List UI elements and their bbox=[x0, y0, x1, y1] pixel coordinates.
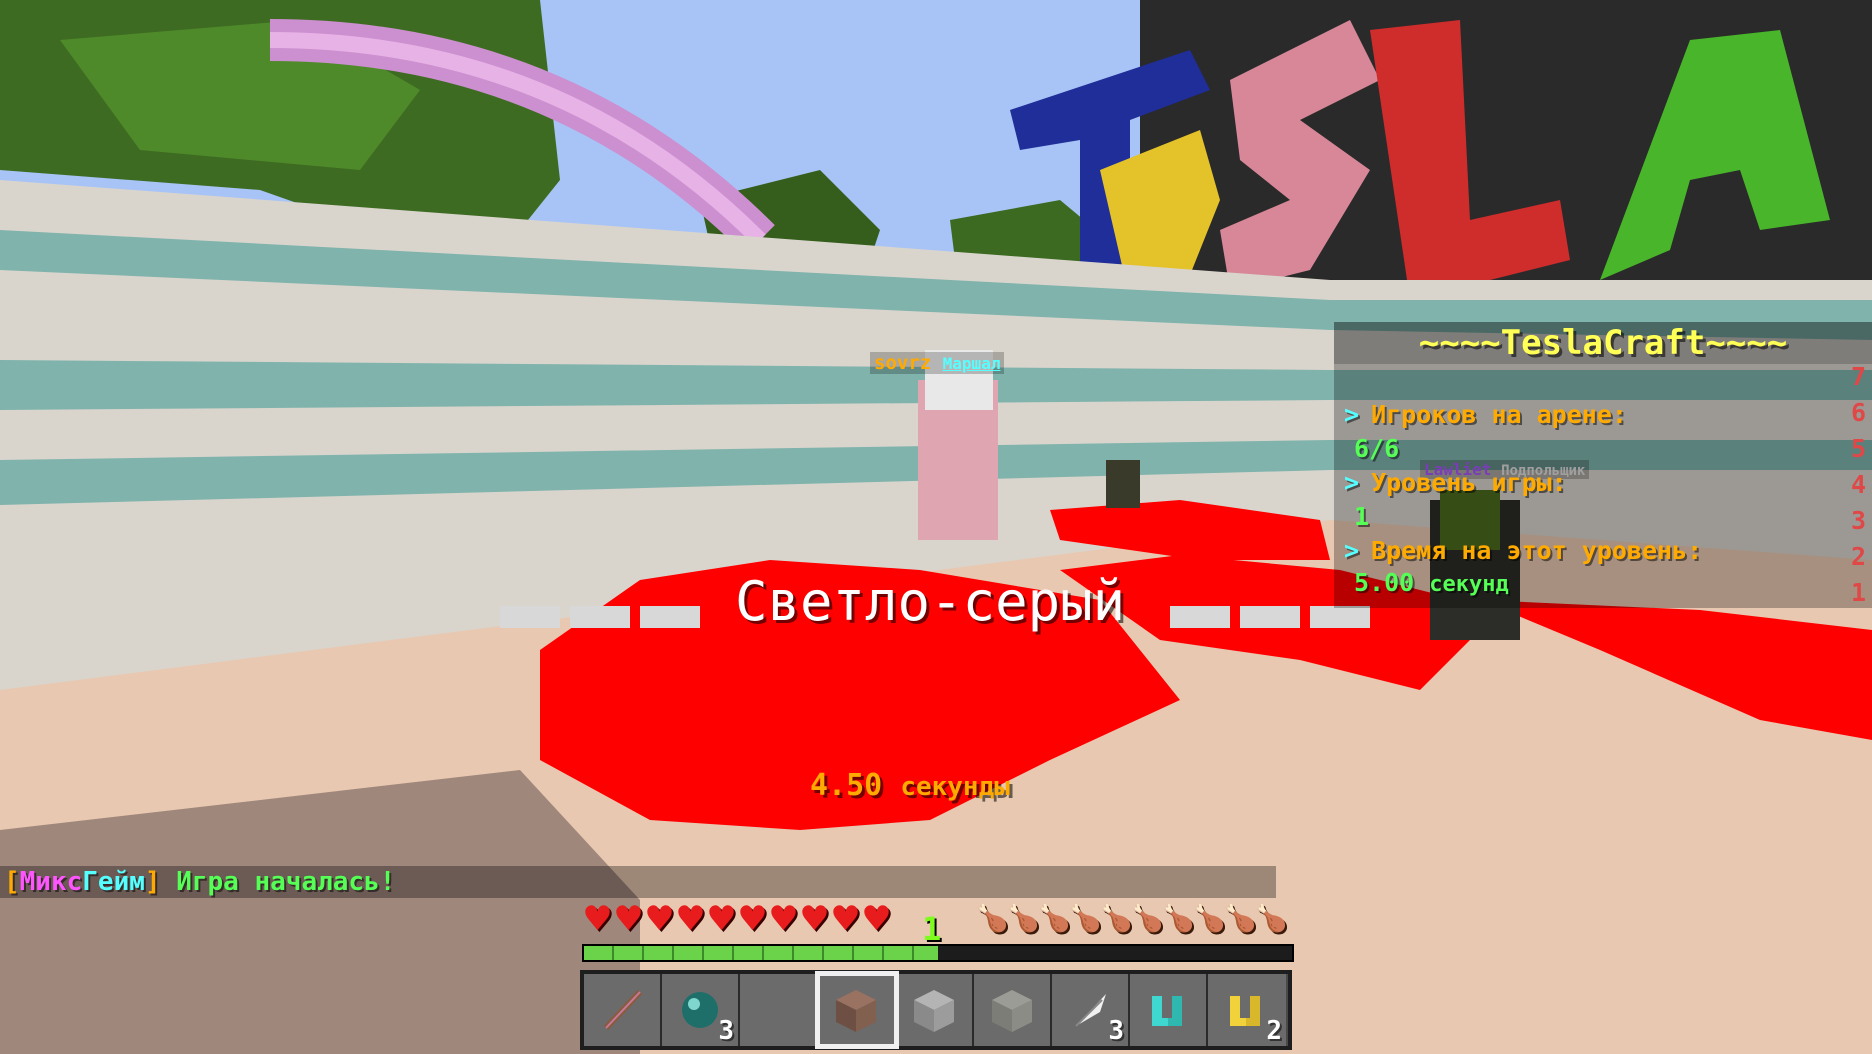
drumstick-icon: 🍗 bbox=[1224, 904, 1257, 934]
chat-prefix-bracket: [ bbox=[4, 867, 20, 897]
feather-icon bbox=[1075, 994, 1106, 1027]
xp-bar-fill bbox=[584, 946, 938, 960]
heart-icon: ♥ bbox=[582, 899, 613, 939]
chevron-right-icon: > bbox=[1344, 536, 1360, 565]
scoreboard-line: > Время на этот уровень: bbox=[1344, 536, 1703, 565]
scoreboard-sidebar: ~~~~TeslaCraft~~~~ > Игроков на арене: 7 … bbox=[1334, 322, 1872, 608]
heart-icon: ♥ bbox=[737, 899, 768, 939]
scoreboard-score: 1 bbox=[1850, 578, 1866, 607]
scoreboard-score: 3 bbox=[1850, 506, 1866, 535]
xp-level: 1 bbox=[922, 910, 942, 948]
drumstick-icon: 🍗 bbox=[1007, 904, 1040, 934]
chevron-right-icon: > bbox=[1344, 468, 1360, 497]
timer-value: 4.50 bbox=[810, 768, 883, 803]
hotbar-slot-3[interactable] bbox=[740, 974, 818, 1046]
light-gray-block-icon bbox=[992, 990, 1032, 1032]
heart-icon: ♥ bbox=[799, 899, 830, 939]
drumstick-icon: 🍗 bbox=[1255, 904, 1288, 934]
drumstick-icon: 🍗 bbox=[1162, 904, 1195, 934]
gold-boots-icon bbox=[1230, 996, 1260, 1026]
drumstick-icon: 🍗 bbox=[1131, 904, 1164, 934]
scoreboard-line: 6/6 bbox=[1354, 434, 1400, 463]
hotbar-slot-5[interactable] bbox=[896, 974, 974, 1046]
heart-icon: ♥ bbox=[613, 899, 644, 939]
chevron-right-icon: > bbox=[1344, 400, 1360, 429]
scoreboard-score: 5 bbox=[1850, 434, 1866, 463]
heart-icon: ♥ bbox=[830, 899, 861, 939]
chat-prefix-bracket: ] bbox=[144, 867, 161, 897]
hotbar-slot-9[interactable]: 2 bbox=[1208, 974, 1286, 1046]
hotbar-slot-6[interactable] bbox=[974, 974, 1052, 1046]
drumstick-icon: 🍗 bbox=[1193, 904, 1226, 934]
stone-block-icon bbox=[914, 990, 954, 1032]
banner-right-blocks bbox=[1170, 606, 1370, 628]
timer-unit: секунды bbox=[900, 772, 1010, 802]
xp-bar bbox=[582, 944, 1294, 962]
hotbar-slot-7[interactable]: 3 bbox=[1052, 974, 1130, 1046]
brown-block-icon bbox=[836, 990, 876, 1032]
scoreboard-score: 7 bbox=[1850, 362, 1866, 391]
heart-icon: ♥ bbox=[768, 899, 799, 939]
heart-icon: ♥ bbox=[675, 899, 706, 939]
scoreboard-line: 5.00 секунд bbox=[1354, 568, 1509, 597]
health-bar: ♥ ♥ ♥ ♥ ♥ ♥ ♥ ♥ ♥ ♥ bbox=[582, 899, 892, 939]
round-timer: 4.50 секунды bbox=[810, 768, 1010, 803]
player-nametag-sovrz: sovrz Маршал bbox=[870, 352, 1005, 374]
hotbar-slot-8[interactable] bbox=[1130, 974, 1208, 1046]
scoreboard-score: 6 bbox=[1850, 398, 1866, 427]
player-name: sovrz bbox=[874, 352, 932, 374]
player-rank: Маршал bbox=[942, 354, 1001, 373]
hotbar-slot-2[interactable]: 3 bbox=[662, 974, 740, 1046]
scoreboard-score: 4 bbox=[1850, 470, 1866, 499]
chat-prefix-game: Гейм bbox=[82, 867, 145, 897]
chat-message: Игра началась! bbox=[160, 867, 396, 897]
drumstick-icon: 🍗 bbox=[1100, 904, 1133, 934]
heart-icon: ♥ bbox=[644, 899, 675, 939]
drumstick-icon: 🍗 bbox=[976, 904, 1009, 934]
diamond-boots-icon bbox=[1152, 996, 1182, 1026]
scoreboard-line: > Игроков на арене: bbox=[1344, 400, 1627, 429]
scoreboard-line: > Уровень игры: bbox=[1344, 468, 1567, 497]
hotbar-slot-1[interactable] bbox=[584, 974, 662, 1046]
banner-left-blocks bbox=[500, 606, 700, 628]
drumstick-icon: 🍗 bbox=[1038, 904, 1071, 934]
drumstick-icon: 🍗 bbox=[1069, 904, 1102, 934]
hunger-bar: 🍗 🍗 🍗 🍗 🍗 🍗 🍗 🍗 🍗 🍗 bbox=[976, 904, 1288, 936]
scoreboard-title: ~~~~TeslaCraft~~~~ bbox=[1334, 322, 1872, 364]
heart-icon: ♥ bbox=[861, 899, 892, 939]
ender-pearl-icon bbox=[682, 992, 718, 1028]
scoreboard-score: 2 bbox=[1850, 542, 1866, 571]
stick-icon bbox=[603, 989, 643, 1031]
hotbar[interactable]: 3 3 2 bbox=[580, 970, 1292, 1050]
chat-prefix-mix: Микс bbox=[19, 867, 83, 897]
scoreboard-line: 1 bbox=[1354, 502, 1370, 531]
color-title: Светло-серый bbox=[735, 570, 1126, 633]
chat-line: [МиксГейм] Игра началась! bbox=[0, 866, 1276, 898]
hotbar-slot-4-selected[interactable] bbox=[815, 971, 899, 1049]
color-title-banner: Светло-серый bbox=[500, 570, 1370, 640]
heart-icon: ♥ bbox=[706, 899, 737, 939]
